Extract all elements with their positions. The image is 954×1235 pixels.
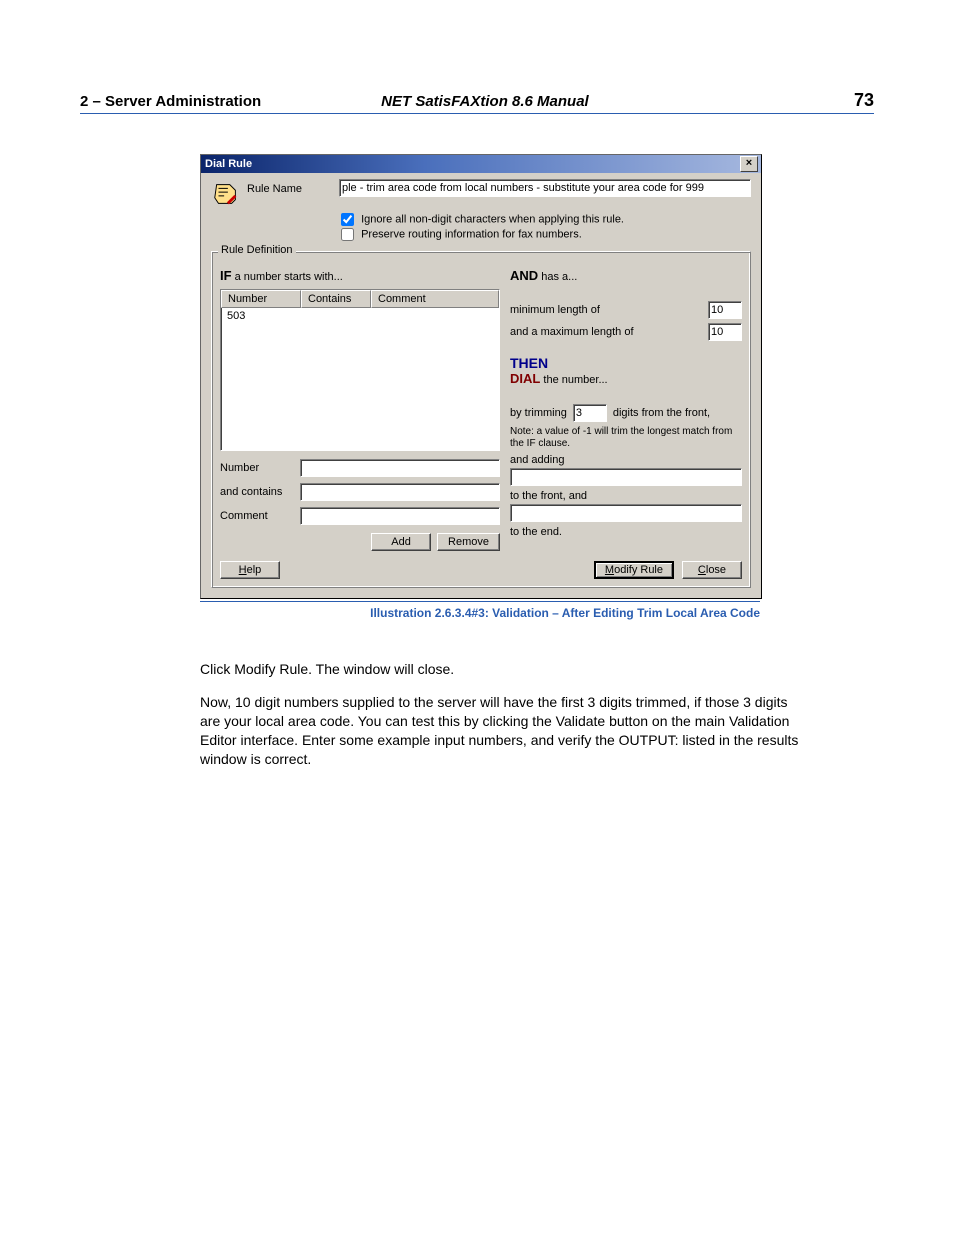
comment-field-label: Comment (220, 510, 300, 522)
number-field-label: Number (220, 462, 300, 474)
paragraph-2: Now, 10 digit numbers supplied to the se… (200, 693, 810, 769)
min-length-input[interactable] (708, 301, 742, 319)
dial-label: DIAL (510, 371, 540, 386)
ignore-nondigit-checkbox[interactable] (341, 213, 354, 226)
comment-field[interactable] (300, 507, 500, 525)
rule-hand-icon (211, 179, 241, 209)
ignore-nondigit-label: Ignore all non-digit characters when app… (361, 213, 624, 225)
dial-rule-dialog: Dial Rule × Rule Name (200, 154, 762, 599)
window-title: Dial Rule (205, 158, 740, 170)
contains-field[interactable] (300, 483, 500, 501)
add-front-input[interactable] (510, 468, 742, 486)
if-label: IF (220, 268, 232, 283)
help-button[interactable]: Help (220, 561, 280, 579)
titlebar: Dial Rule × (201, 155, 761, 173)
col-header-comment[interactable]: Comment (371, 290, 499, 308)
end-label: to the end. (510, 526, 742, 538)
trim-suffix-label: digits from the front, (613, 407, 710, 419)
then-label: THEN (510, 355, 742, 371)
list-item[interactable]: 503 (221, 308, 499, 324)
close-icon[interactable]: × (740, 156, 758, 172)
col-header-contains[interactable]: Contains (301, 290, 371, 308)
rule-name-input[interactable] (339, 179, 751, 197)
rule-definition-group: Rule Definition IF a number starts with.… (211, 251, 751, 588)
illustration-caption: Illustration 2.6.3.4#3: Validation – Aft… (200, 601, 760, 620)
if-text: a number starts with... (232, 271, 343, 283)
trim-digits-input[interactable] (573, 404, 607, 422)
close-button[interactable]: Close (682, 561, 742, 579)
max-length-input[interactable] (708, 323, 742, 341)
cell-number: 503 (221, 308, 301, 324)
adding-label: and adding (510, 454, 742, 466)
front-label: to the front, and (510, 490, 742, 502)
add-end-input[interactable] (510, 504, 742, 522)
page-number: 73 (854, 90, 874, 111)
rule-definition-legend: Rule Definition (218, 244, 296, 256)
add-button[interactable]: Add (371, 533, 431, 551)
trim-note: Note: a value of -1 will trim the longes… (510, 426, 742, 450)
body-text: Click Modify Rule. The window will close… (200, 660, 810, 768)
header-manual-title: NET SatisFAXtion 8.6 Manual (261, 93, 854, 110)
rule-name-label: Rule Name (247, 183, 333, 195)
col-header-number[interactable]: Number (221, 290, 301, 308)
page-header: 2 – Server Administration NET SatisFAXti… (80, 90, 874, 114)
and-label: AND (510, 268, 538, 283)
cell-comment (371, 308, 499, 324)
contains-field-label: and contains (220, 486, 300, 498)
cell-contains (301, 308, 371, 324)
max-length-label: and a maximum length of (510, 326, 634, 338)
number-listview[interactable]: Number Contains Comment 503 (220, 289, 500, 451)
dial-text: the number... (540, 374, 607, 386)
trim-prefix-label: by trimming (510, 407, 567, 419)
remove-button[interactable]: Remove (437, 533, 500, 551)
paragraph-1: Click Modify Rule. The window will close… (200, 660, 810, 679)
and-text: has a... (538, 271, 577, 283)
number-field[interactable] (300, 459, 500, 477)
modify-rule-button[interactable]: Modify Rule (594, 561, 674, 579)
preserve-routing-checkbox[interactable] (341, 228, 354, 241)
min-length-label: minimum length of (510, 304, 600, 316)
header-section: 2 – Server Administration (80, 93, 261, 110)
preserve-routing-label: Preserve routing information for fax num… (361, 228, 582, 240)
